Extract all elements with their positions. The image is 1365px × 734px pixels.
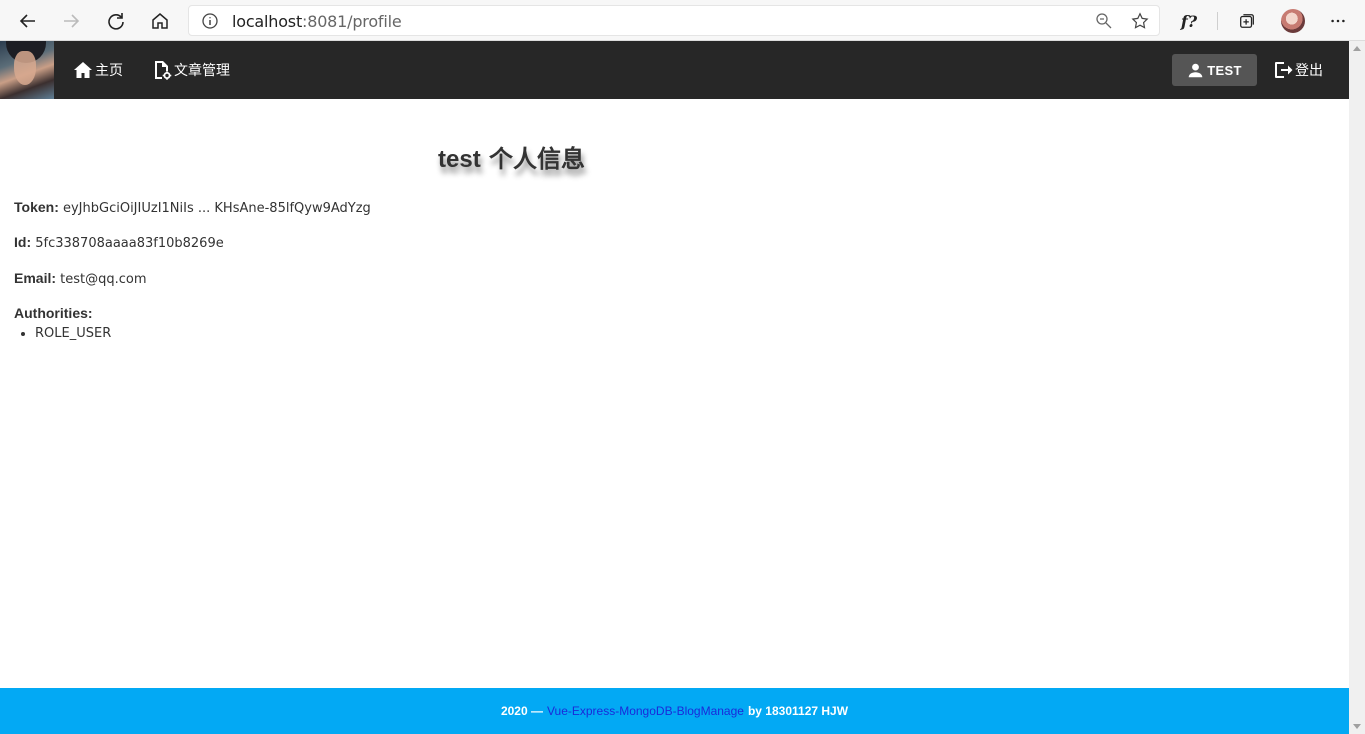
site-logo[interactable] bbox=[0, 41, 54, 99]
page-footer: 2020 — Vue-Express-MongoDB-BlogManage by… bbox=[0, 688, 1349, 734]
app-navbar: 主页 文章管理 TEST 登出 bbox=[0, 41, 1349, 99]
list-item: ROLE_USER bbox=[35, 326, 111, 341]
id-field: Id: 5fc338708aaaa83f10b8269e bbox=[14, 234, 224, 251]
nav-home[interactable]: 主页 bbox=[73, 41, 123, 99]
page-title-suffix: 个人信息 bbox=[480, 145, 586, 173]
page-scrollbar[interactable] bbox=[1349, 41, 1365, 734]
scroll-down-icon[interactable] bbox=[1353, 724, 1361, 729]
refresh-icon[interactable] bbox=[101, 6, 131, 36]
nav-home-label: 主页 bbox=[95, 63, 123, 79]
token-field: Token: eyJhbGciOiJIUzI1NiIs ... KHsAne-8… bbox=[14, 199, 371, 216]
forward-icon[interactable] bbox=[56, 6, 86, 36]
email-value: test@qq.com bbox=[56, 272, 147, 287]
footer-author: by 18301127 HJW bbox=[747, 704, 849, 718]
file-cog-icon bbox=[155, 61, 172, 80]
logo-face bbox=[14, 51, 36, 85]
footer-project-link[interactable]: Vue-Express-MongoDB-BlogManage bbox=[547, 704, 744, 718]
scroll-up-icon[interactable] bbox=[1353, 46, 1361, 51]
home-icon[interactable] bbox=[145, 6, 175, 36]
token-value: eyJhbGciOiJIUzI1NiIs ... KHsAne-85lfQyw9… bbox=[58, 201, 371, 216]
id-label: Id: bbox=[14, 234, 32, 250]
logout-label: 登出 bbox=[1295, 63, 1323, 79]
reading-mode-icon[interactable]: f? bbox=[1174, 6, 1204, 36]
zoom-icon[interactable] bbox=[1095, 12, 1113, 30]
logout-button[interactable]: 登出 bbox=[1273, 41, 1323, 99]
page-title-username: test bbox=[438, 146, 481, 173]
info-icon[interactable] bbox=[201, 12, 219, 30]
star-icon[interactable] bbox=[1131, 12, 1149, 30]
authorities-label: Authorities: bbox=[14, 305, 93, 321]
email-label: Email: bbox=[14, 270, 57, 286]
user-icon bbox=[1188, 63, 1203, 77]
url-text[interactable]: localhost:8081/profile bbox=[232, 12, 402, 31]
id-value: 5fc338708aaaa83f10b8269e bbox=[31, 236, 224, 251]
more-icon[interactable] bbox=[1323, 6, 1353, 36]
logout-icon bbox=[1275, 62, 1293, 78]
user-button[interactable]: TEST bbox=[1172, 54, 1257, 86]
authorities-list: ROLE_USER bbox=[35, 326, 111, 341]
collections-icon[interactable] bbox=[1232, 6, 1262, 36]
toolbar-divider bbox=[1217, 12, 1218, 30]
home-icon bbox=[74, 62, 92, 78]
address-bar[interactable]: localhost:8081/profile bbox=[188, 5, 1160, 36]
footer-year: 2020 — bbox=[500, 704, 543, 718]
nav-articles[interactable]: 文章管理 bbox=[152, 41, 230, 99]
page-title: test 个人信息 bbox=[438, 139, 585, 174]
back-icon[interactable] bbox=[13, 6, 43, 36]
nav-articles-label: 文章管理 bbox=[174, 63, 230, 79]
authorities-field: Authorities: bbox=[14, 305, 93, 321]
token-label: Token: bbox=[14, 199, 59, 215]
browser-toolbar: localhost:8081/profile f? bbox=[0, 0, 1365, 41]
user-button-label: TEST bbox=[1207, 62, 1242, 78]
email-field: Email: test@qq.com bbox=[14, 270, 147, 287]
profile-avatar[interactable] bbox=[1281, 9, 1305, 33]
